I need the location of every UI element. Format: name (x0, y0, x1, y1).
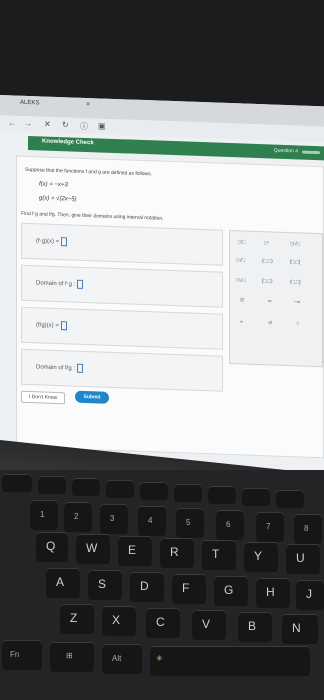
product-answer-box[interactable]: (f·g)(x) = (21, 222, 223, 266)
key-x: X (102, 606, 136, 636)
key-e: E (118, 536, 152, 566)
question-panel: Suppose that the functions f and g are d… (16, 155, 324, 459)
keypad-exponent[interactable]: □ⁿ (264, 240, 269, 246)
math-keypad: □/□ □ⁿ □/√□ □√□ (□,□) [□,□] □∪□ [□,□) (□… (229, 229, 323, 368)
quotient-domain-box[interactable]: Domain of f/g : (21, 348, 223, 392)
key-b: B (238, 612, 272, 642)
close-icon[interactable]: ✕ (44, 120, 51, 129)
key-w: W (76, 534, 110, 564)
key-f: F (172, 574, 206, 604)
key-4: 4 (138, 506, 166, 536)
key-u: U (286, 544, 320, 574)
keypad-half-open-left[interactable]: (□,□] (290, 279, 300, 285)
quotient-label: (f/g)(x) = (36, 320, 67, 331)
keypad-infinity[interactable]: ∞ (268, 298, 272, 304)
function-key (38, 476, 66, 494)
back-icon[interactable]: ← (8, 118, 16, 127)
key-t: T (202, 540, 236, 570)
key-v: V (192, 610, 226, 640)
quotient-domain-label: Domain of f/g : (36, 362, 84, 373)
key-8: 8 (294, 514, 322, 544)
keypad-undo-icon[interactable]: ↺ (268, 320, 272, 326)
quotient-input[interactable] (60, 321, 67, 331)
tab-close-icon[interactable]: × (86, 101, 90, 108)
keypad-neg-infinity[interactable]: −∞ (294, 299, 300, 305)
problem-intro: Suppose that the functions f and g are d… (25, 166, 153, 178)
key-5: 5 (176, 508, 204, 538)
forward-icon[interactable]: → (24, 119, 32, 128)
reload-icon[interactable]: ↻ (62, 120, 69, 129)
key-7: 7 (256, 512, 284, 542)
quotient-domain-input[interactable] (77, 363, 84, 373)
sparkle-icon: ✳ (156, 654, 163, 663)
keypad-empty-set[interactable]: ∅ (240, 297, 244, 303)
submit-button[interactable]: Submit (75, 390, 109, 404)
keypad-nth-root[interactable]: □√□ (236, 257, 245, 263)
keypad-open-interval[interactable]: (□,□) (262, 258, 273, 264)
function-key (174, 484, 202, 502)
info-icon[interactable]: ⓘ (80, 121, 88, 132)
function-key (276, 490, 304, 508)
browser-tab-title[interactable]: ALEKS (20, 100, 39, 107)
key-c: C (146, 608, 180, 638)
product-input[interactable] (61, 237, 68, 247)
laptop-keyboard: 1 2 3 4 5 6 7 8 Q W E R T Y U A S D F G … (0, 470, 324, 700)
instruction-text: Find f·g and f/g. Then, give their domai… (21, 210, 164, 222)
key-d: D (130, 572, 164, 602)
key-r: R (160, 538, 194, 568)
function-g: g(x) = √(2x−5) (39, 195, 77, 203)
key-fn: Fn (2, 640, 42, 670)
product-label: (f·g)(x) = (36, 236, 68, 247)
key-windows: ⊞ (50, 642, 94, 672)
product-domain-input[interactable] (77, 279, 84, 289)
key-a: A (46, 568, 80, 598)
key-2: 2 (64, 502, 92, 532)
dont-know-button[interactable]: I Don't Know (21, 390, 65, 405)
keypad-help-icon[interactable]: ? (296, 321, 299, 327)
key-j: J (296, 580, 324, 610)
keypad-clear-icon[interactable]: × (240, 319, 243, 325)
bookmark-icon[interactable]: ▣ (98, 121, 106, 130)
function-key (242, 488, 270, 506)
keypad-fraction[interactable]: □/□ (238, 239, 245, 245)
keypad-sqrt-fraction[interactable]: □/√□ (290, 241, 300, 247)
windows-logo-icon: ⊞ (66, 651, 73, 660)
product-domain-box[interactable]: Domain of f·g : (21, 264, 223, 308)
key-g: G (214, 576, 248, 606)
keypad-closed-interval[interactable]: [□,□] (290, 259, 300, 265)
key-1: 1 (30, 500, 58, 530)
key-alt: Alt (102, 644, 142, 674)
photo-scene: ALEKS × ← → ✕ ↻ ⓘ ▣ Knowledge Check Ques… (0, 0, 324, 700)
keypad-half-open-right[interactable]: [□,□) (262, 278, 272, 284)
progress-bar (302, 150, 320, 155)
question-number: Question 4 (273, 147, 298, 155)
product-domain-label: Domain of f·g : (36, 278, 84, 289)
quotient-answer-box[interactable]: (f/g)(x) = (21, 306, 223, 350)
key-q: Q (36, 532, 68, 562)
key-space: ✳ (150, 646, 310, 676)
keypad-union[interactable]: □∪□ (236, 277, 246, 283)
fn-key-row (2, 474, 32, 492)
key-z: Z (60, 604, 94, 634)
function-key (208, 486, 236, 504)
laptop-screen: ALEKS × ← → ✕ ↻ ⓘ ▣ Knowledge Check Ques… (0, 95, 324, 477)
key-h: H (256, 578, 290, 608)
page-title: Knowledge Check (42, 138, 94, 147)
key-6: 6 (216, 510, 244, 540)
key-y: Y (244, 542, 278, 572)
key-3: 3 (100, 504, 128, 534)
function-key (140, 482, 168, 500)
function-f: f(x) = −x+3 (39, 181, 68, 189)
function-key (72, 478, 100, 496)
key-n: N (282, 614, 318, 644)
function-key (106, 480, 134, 498)
key-s: S (88, 570, 122, 600)
